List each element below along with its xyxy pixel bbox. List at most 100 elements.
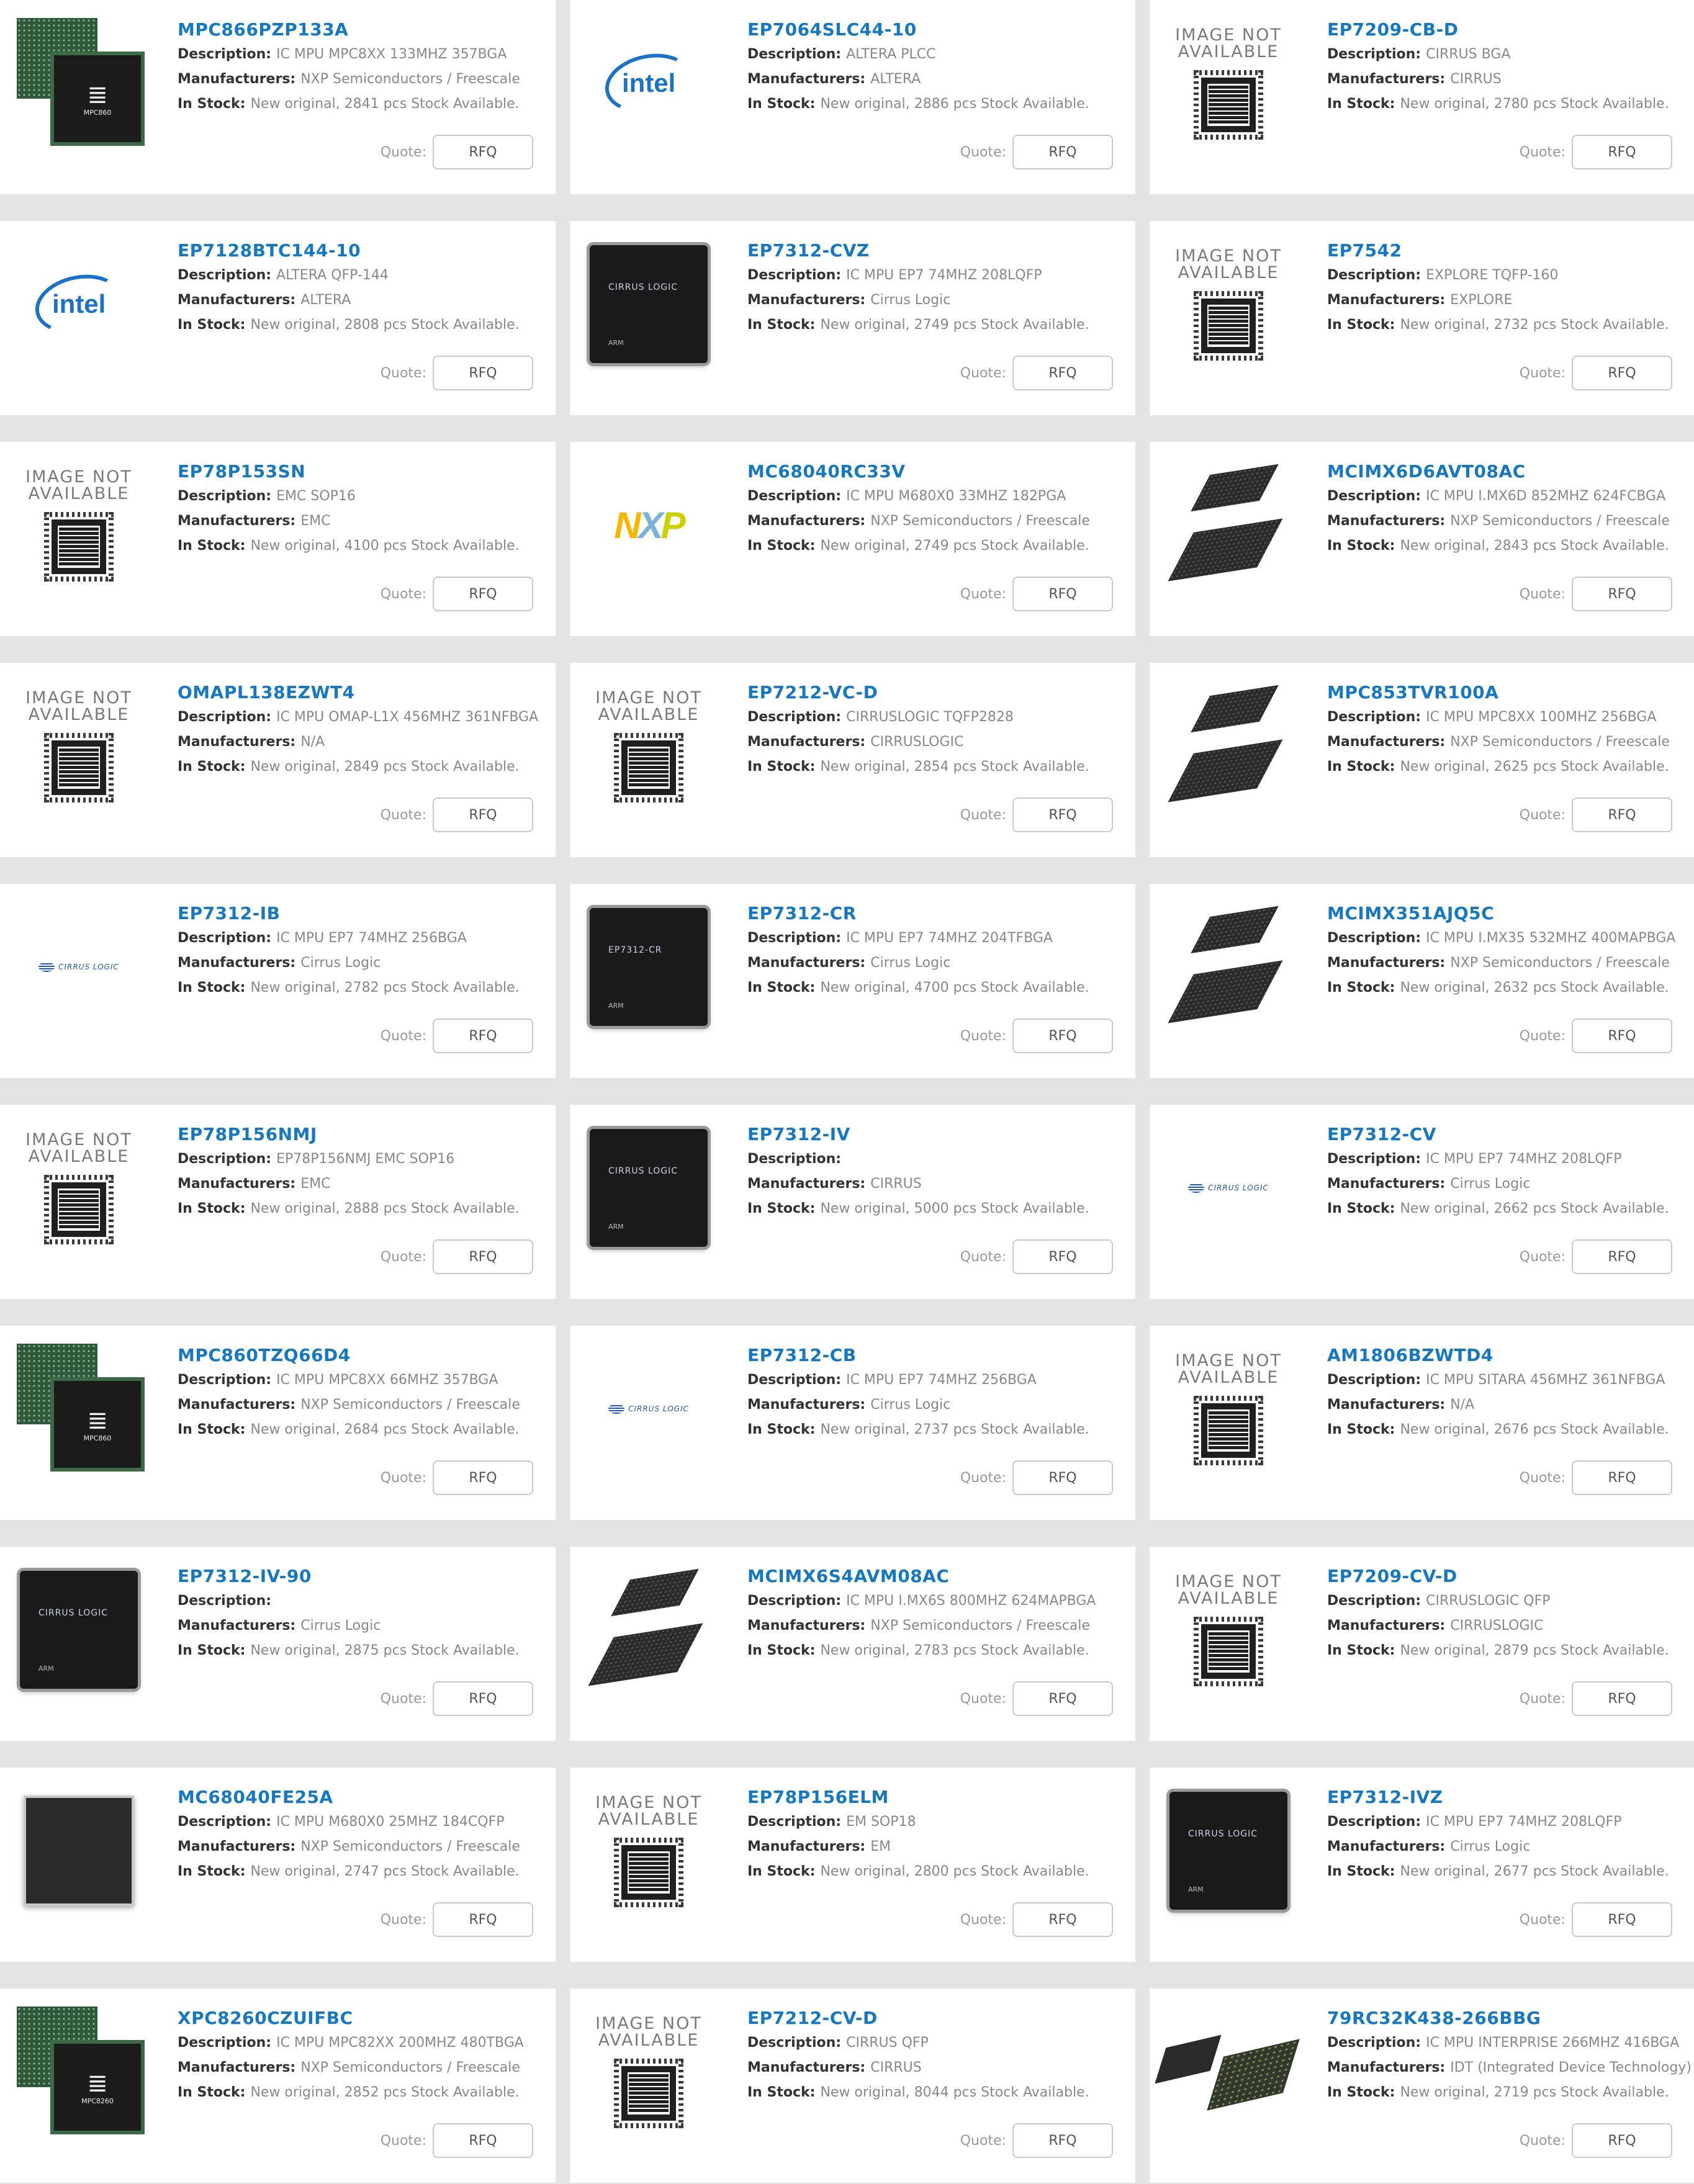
product-image[interactable]: ≣ MPC860 — [14, 15, 144, 151]
product-image[interactable] — [1163, 899, 1294, 1035]
rfq-button[interactable]: RFQ — [433, 1902, 533, 1937]
product-image[interactable]: CIRRUS LOGIC ARM — [583, 1120, 714, 1256]
rfq-button[interactable]: RFQ — [1012, 1239, 1113, 1274]
part-number-link[interactable]: EP7064SLC44-10 — [747, 17, 1129, 42]
product-image[interactable]: IMAGE NOT AVAILABLE — [583, 678, 714, 814]
part-number-link[interactable]: EP7212-CV-D — [747, 2006, 1129, 2031]
product-image[interactable]: CIRRUS LOGIC — [14, 899, 144, 1035]
product-image[interactable]: IMAGE NOT AVAILABLE — [583, 1782, 714, 1919]
part-number-link[interactable]: EP78P156ELM — [747, 1785, 1129, 1810]
product-image[interactable] — [1163, 678, 1294, 814]
part-number-link[interactable]: EP7212-VC-D — [747, 680, 1129, 705]
part-number-link[interactable]: MCIMX351AJQ5C — [1327, 901, 1688, 926]
part-number-link[interactable]: MC68040RC33V — [747, 459, 1129, 484]
part-number-link[interactable]: MC68040FE25A — [178, 1785, 549, 1810]
part-number-link[interactable]: EP7128BTC144-10 — [178, 238, 549, 263]
part-number-link[interactable]: EP78P156NMJ — [178, 1122, 549, 1147]
part-number-link[interactable]: EP7312-IVZ — [1327, 1785, 1688, 1810]
rfq-button[interactable]: RFQ — [1572, 1681, 1672, 1716]
part-number-link[interactable]: EP7312-CV — [1327, 1122, 1688, 1147]
product-image[interactable]: IMAGE NOT AVAILABLE — [1163, 15, 1294, 151]
product-image[interactable]: NXP — [583, 457, 714, 593]
part-number-link[interactable]: EP7209-CB-D — [1327, 17, 1688, 42]
product-image[interactable]: CIRRUS LOGIC ARM — [1163, 1782, 1294, 1919]
part-number-link[interactable]: OMAPL138EZWT4 — [178, 680, 549, 705]
rfq-button[interactable]: RFQ — [1012, 1460, 1113, 1495]
rfq-button[interactable]: RFQ — [433, 2123, 533, 2158]
part-number-link[interactable]: EP7312-IV — [747, 1122, 1129, 1147]
part-number-link[interactable]: MCIMX6S4AVM08AC — [747, 1564, 1129, 1589]
manufacturer-label: Manufacturers: — [1327, 1397, 1446, 1413]
product-image[interactable]: IMAGE NOT AVAILABLE — [14, 678, 144, 814]
product-image[interactable]: CIRRUS LOGIC — [583, 1341, 714, 1477]
product-image[interactable]: CIRRUS LOGIC ARM — [583, 236, 714, 372]
part-number-link[interactable]: MPC853TVR100A — [1327, 680, 1688, 705]
rfq-button[interactable]: RFQ — [1572, 1460, 1672, 1495]
product-image[interactable]: CIRRUS LOGIC ARM — [14, 1562, 144, 1698]
description-value: IC MPU I.MX6D 852MHZ 624FCBGA — [1426, 488, 1666, 504]
part-number-link[interactable]: EP7312-IV-90 — [178, 1564, 549, 1589]
product-image[interactable]: intel — [583, 15, 714, 151]
part-number-link[interactable]: MCIMX6D6AVT08AC — [1327, 459, 1688, 484]
part-number-link[interactable]: MPC866PZP133A — [178, 17, 549, 42]
rfq-button[interactable]: RFQ — [433, 1460, 533, 1495]
part-number-link[interactable]: EP7312-CB — [747, 1343, 1129, 1368]
rfq-button[interactable]: RFQ — [1012, 577, 1113, 611]
part-number-link[interactable]: EP7542 — [1327, 238, 1688, 263]
rfq-button[interactable]: RFQ — [1572, 135, 1672, 169]
product-image[interactable]: IMAGE NOT AVAILABLE — [1163, 1562, 1294, 1698]
rfq-button[interactable]: RFQ — [1572, 577, 1672, 611]
rfq-button[interactable]: RFQ — [1012, 135, 1113, 169]
product-image[interactable]: ≣ MPC8260 — [14, 2003, 144, 2140]
product-info: EP78P156ELM Description: EM SOP18 Manufac… — [747, 1785, 1129, 1884]
part-number-link[interactable]: MPC860TZQ66D4 — [178, 1343, 549, 1368]
product-image[interactable]: intel — [14, 236, 144, 372]
rfq-button[interactable]: RFQ — [433, 356, 533, 390]
product-image[interactable] — [1155, 2003, 1300, 2140]
part-number-link[interactable]: AM1806BZWTD4 — [1327, 1343, 1688, 1368]
rfq-button[interactable]: RFQ — [1012, 798, 1113, 832]
rfq-button[interactable]: RFQ — [1012, 1902, 1113, 1937]
rfq-button[interactable]: RFQ — [433, 798, 533, 832]
product-image[interactable] — [583, 1562, 714, 1698]
part-number-link[interactable]: EP78P153SN — [178, 459, 549, 484]
rfq-button[interactable]: RFQ — [1012, 1681, 1113, 1716]
product-image[interactable]: IMAGE NOT AVAILABLE — [1163, 236, 1294, 372]
freescale-chip-image: ≣ MPC860 — [17, 18, 141, 148]
quote-label: Quote: — [1519, 1249, 1566, 1265]
rfq-button[interactable]: RFQ — [1572, 2123, 1672, 2158]
part-number-link[interactable]: EP7312-CR — [747, 901, 1129, 926]
rfq-button[interactable]: RFQ — [433, 1239, 533, 1274]
rfq-button[interactable]: RFQ — [433, 577, 533, 611]
product-image[interactable]: IMAGE NOT AVAILABLE — [1163, 1341, 1294, 1477]
product-image[interactable]: IMAGE NOT AVAILABLE — [14, 1120, 144, 1256]
product-image[interactable]: EP7312-CR ARM — [583, 899, 714, 1035]
quote-label: Quote: — [380, 1691, 426, 1707]
rfq-button[interactable]: RFQ — [1572, 356, 1672, 390]
rfq-button[interactable]: RFQ — [1572, 1018, 1672, 1053]
rfq-button[interactable]: RFQ — [433, 1018, 533, 1053]
product-card: ≣ MPC8260 XPC8260CZUIFBC Description: IC M… — [0, 1989, 556, 2183]
rfq-button[interactable]: RFQ — [433, 1681, 533, 1716]
rfq-button[interactable]: RFQ — [1012, 356, 1113, 390]
part-number-link[interactable]: XPC8260CZUIFBC — [178, 2006, 549, 2031]
part-number-link[interactable]: EP7312-CVZ — [747, 238, 1129, 263]
rfq-button[interactable]: RFQ — [1572, 1902, 1672, 1937]
product-image[interactable] — [14, 1782, 144, 1919]
product-image[interactable] — [1163, 457, 1294, 593]
part-number-link[interactable]: EP7209-CV-D — [1327, 1564, 1688, 1589]
product-image[interactable]: ≣ MPC860 — [14, 1341, 144, 1477]
rfq-button[interactable]: RFQ — [1572, 798, 1672, 832]
cirrus-logic-logo-icon: CIRRUS LOGIC — [38, 962, 119, 972]
rfq-button[interactable]: RFQ — [1572, 1239, 1672, 1274]
part-number-link[interactable]: 79RC32K438-266BBG — [1327, 2006, 1688, 2031]
product-image[interactable]: CIRRUS LOGIC — [1163, 1120, 1294, 1256]
product-image[interactable]: IMAGE NOT AVAILABLE — [583, 2003, 714, 2140]
description-label: Description: — [178, 1372, 272, 1388]
part-number-link[interactable]: EP7312-IB — [178, 901, 549, 926]
rfq-button[interactable]: RFQ — [433, 135, 533, 169]
product-image[interactable]: IMAGE NOT AVAILABLE — [14, 457, 144, 593]
rfq-button[interactable]: RFQ — [1012, 1018, 1113, 1053]
manufacturer-line: Manufacturers: EXPLORE — [1327, 288, 1688, 313]
rfq-button[interactable]: RFQ — [1012, 2123, 1113, 2158]
